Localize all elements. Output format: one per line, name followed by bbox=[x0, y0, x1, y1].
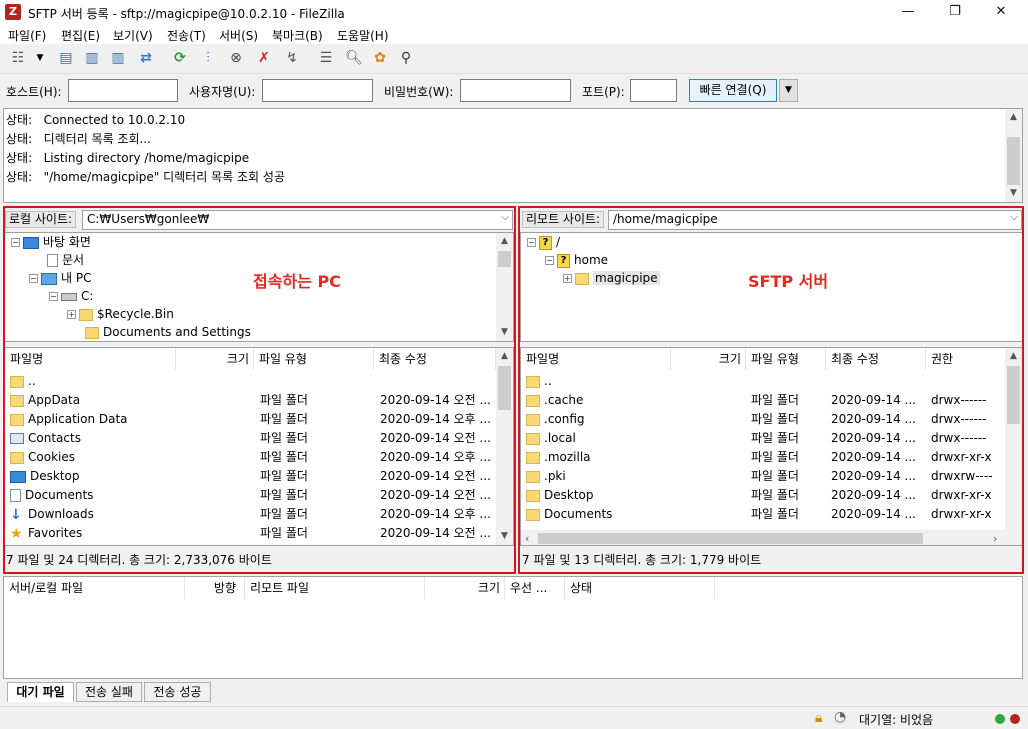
port-input[interactable] bbox=[630, 79, 677, 102]
log-line: 상태: 디렉터리 목록 조회... bbox=[6, 132, 151, 146]
refresh-icon[interactable]: ⟳ bbox=[170, 48, 190, 68]
directory-filter-icon[interactable]: ☰ bbox=[316, 48, 336, 68]
queue-header-size[interactable]: 크기 bbox=[425, 577, 505, 599]
lock-icon: 🔒︎ bbox=[815, 710, 823, 726]
toolbar: ☷ ▼ ▤ ▥ ▥ ⇄ ⟳ ⫶ ⊗ ✗ ↯ ☰ 🔍︎ ✿ ⚲ bbox=[0, 44, 1028, 72]
tab-queued-files[interactable]: 대기 파일 bbox=[7, 682, 74, 702]
menu-transfer[interactable]: 전송(T) bbox=[167, 27, 206, 44]
window-title: SFTP 서버 등록 - sftp://magicpipe@10.0.2.10 … bbox=[28, 7, 345, 21]
binoculars-icon[interactable]: ⚲ bbox=[396, 48, 416, 68]
message-log[interactable]: 상태: Connected to 10.0.2.10 상태: 디렉터리 목록 조… bbox=[3, 108, 1023, 203]
directory-compare-icon[interactable]: 🔍︎ bbox=[344, 48, 364, 68]
site-manager-dropdown-icon[interactable]: ▼ bbox=[30, 48, 50, 68]
quickconnect-bar: 호스트(H): 사용자명(U): 비밀번호(W): 포트(P): 빠른 연결(Q… bbox=[0, 73, 1028, 107]
password-label: 비밀번호(W): bbox=[384, 85, 454, 99]
username-label: 사용자명(U): bbox=[189, 85, 256, 99]
menu-bookmarks[interactable]: 북마크(B) bbox=[272, 27, 323, 44]
queue-header-status[interactable]: 상태 bbox=[565, 577, 715, 599]
log-scrollbar[interactable]: ▲ ▼ bbox=[1005, 109, 1022, 202]
username-input[interactable] bbox=[262, 79, 373, 102]
scroll-thumb[interactable] bbox=[1007, 137, 1020, 185]
sync-browse-icon[interactable]: ✿ bbox=[370, 48, 390, 68]
queue-header-file[interactable]: 서버/로컬 파일 bbox=[4, 577, 185, 599]
status-bar: 🔒︎ ◔ 대기열: 비었음 bbox=[0, 706, 1028, 729]
transfer-queue[interactable]: 서버/로컬 파일 방향 리모트 파일 크기 우선 ... 상태 bbox=[3, 576, 1023, 679]
host-label: 호스트(H): bbox=[6, 85, 62, 99]
tab-failed-transfers[interactable]: 전송 실패 bbox=[76, 682, 142, 702]
log-line: 상태: "/home/magicpipe" 디렉터리 목록 조회 성공 bbox=[6, 170, 285, 184]
send-activity-led-icon bbox=[995, 714, 1005, 724]
filezilla-app-icon: Z bbox=[5, 4, 21, 20]
toggle-queue-icon[interactable]: ⇄ bbox=[136, 48, 156, 68]
queue-status-text: 대기열: 비었음 bbox=[859, 713, 934, 727]
host-input[interactable] bbox=[68, 79, 178, 102]
port-label: 포트(P): bbox=[582, 85, 625, 99]
disconnect-icon[interactable]: ✗ bbox=[254, 48, 274, 68]
log-line: 상태: Listing directory /home/magicpipe bbox=[6, 151, 250, 165]
menu-edit[interactable]: 편집(E) bbox=[61, 27, 100, 44]
menu-view[interactable]: 보기(V) bbox=[113, 27, 153, 44]
toggle-local-tree-icon[interactable]: ▥ bbox=[82, 48, 102, 68]
minimize-icon[interactable]: — bbox=[885, 0, 931, 24]
queue-header-priority[interactable]: 우선 ... bbox=[505, 577, 565, 599]
receive-activity-led-icon bbox=[1010, 714, 1020, 724]
quick-connect-dropdown-icon[interactable]: ▼ bbox=[779, 79, 798, 102]
toggle-log-icon[interactable]: ▤ bbox=[56, 48, 76, 68]
toggle-remote-tree-icon[interactable]: ▥ bbox=[108, 48, 128, 68]
quick-connect-button[interactable]: 빠른 연결(Q) bbox=[689, 79, 777, 102]
process-queue-icon[interactable]: ⫶ bbox=[198, 48, 218, 68]
menu-file[interactable]: 파일(F) bbox=[8, 27, 46, 44]
local-annotation-box bbox=[3, 206, 516, 574]
queue-header-direction[interactable]: 방향 bbox=[185, 577, 245, 599]
site-manager-icon[interactable]: ☷ bbox=[8, 48, 28, 68]
speed-limit-icon[interactable]: ◔ bbox=[834, 709, 846, 725]
log-line: 상태: Connected to 10.0.2.10 bbox=[6, 113, 186, 127]
scroll-down-icon[interactable]: ▼ bbox=[1005, 185, 1022, 202]
menu-bar: 파일(F) 편집(E) 보기(V) 전송(T) 서버(S) 북마크(B) 도움말… bbox=[0, 24, 1028, 44]
remote-annotation-box bbox=[518, 206, 1024, 574]
title-bar: Z SFTP 서버 등록 - sftp://magicpipe@10.0.2.1… bbox=[0, 0, 1028, 24]
cancel-icon[interactable]: ⊗ bbox=[226, 48, 246, 68]
queue-header-remote-file[interactable]: 리모트 파일 bbox=[245, 577, 425, 599]
close-icon[interactable]: ✕ bbox=[978, 0, 1024, 24]
tab-successful-transfers[interactable]: 전송 성공 bbox=[144, 682, 211, 702]
menu-help[interactable]: 도움말(H) bbox=[337, 27, 389, 44]
menu-server[interactable]: 서버(S) bbox=[219, 27, 258, 44]
password-input[interactable] bbox=[460, 79, 571, 102]
maximize-icon[interactable]: ❐ bbox=[932, 0, 978, 24]
reconnect-icon[interactable]: ↯ bbox=[282, 48, 302, 68]
scroll-up-icon[interactable]: ▲ bbox=[1005, 109, 1022, 126]
